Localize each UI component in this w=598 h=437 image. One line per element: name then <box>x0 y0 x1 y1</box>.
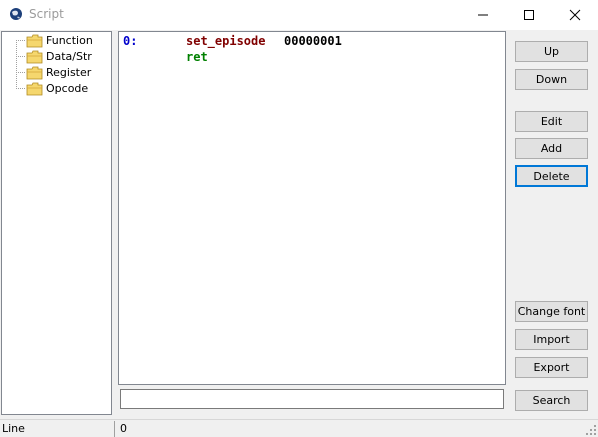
tree-item-label: Register <box>46 66 92 79</box>
window-title: Script <box>29 7 64 21</box>
status-divider <box>114 421 115 437</box>
command-text: ret <box>186 50 208 64</box>
maximize-button[interactable] <box>506 0 552 30</box>
title-bar: Script <box>0 0 598 30</box>
tree-item-data-str[interactable]: Data/Str <box>2 49 111 65</box>
status-line-label: Line <box>2 422 25 435</box>
line-number: 0: <box>123 34 138 48</box>
status-line-value: 0 <box>120 422 127 435</box>
edit-button[interactable]: Edit <box>515 111 588 132</box>
resize-grip-icon[interactable] <box>585 424 597 436</box>
category-tree[interactable]: Function Data/Str Register Opcode <box>1 31 112 415</box>
search-button[interactable]: Search <box>515 390 588 411</box>
script-line[interactable]: ret <box>119 49 505 65</box>
command-text: set_episode <box>186 34 266 48</box>
tree-item-opcode[interactable]: Opcode <box>2 81 111 97</box>
tree-item-label: Opcode <box>46 82 89 95</box>
change-font-button[interactable]: Change font <box>515 301 588 322</box>
down-button[interactable]: Down <box>515 69 588 90</box>
status-bar: Line 0 <box>0 419 598 437</box>
folder-icon <box>26 50 43 64</box>
argument-text: 00000001 <box>284 34 342 48</box>
folder-icon <box>26 34 43 48</box>
script-editor[interactable]: 0: set_episode 00000001 ret <box>118 31 506 385</box>
tree-item-function[interactable]: Function <box>2 33 111 49</box>
minimize-button[interactable] <box>460 0 506 30</box>
tree-item-label: Data/Str <box>46 50 92 63</box>
import-button[interactable]: Import <box>515 329 588 350</box>
tree-item-register[interactable]: Register <box>2 65 111 81</box>
up-button[interactable]: Up <box>515 41 588 62</box>
folder-icon <box>26 66 43 80</box>
search-input[interactable] <box>120 389 504 409</box>
tree-item-label: Function <box>46 34 93 47</box>
folder-icon <box>26 82 43 96</box>
add-button[interactable]: Add <box>515 138 588 159</box>
close-icon <box>569 9 581 21</box>
script-line[interactable]: 0: set_episode 00000001 <box>119 33 505 49</box>
minimize-icon <box>478 14 488 16</box>
maximize-icon <box>524 10 534 20</box>
close-button[interactable] <box>552 0 598 30</box>
app-globe-icon <box>10 8 22 20</box>
export-button[interactable]: Export <box>515 357 588 378</box>
delete-button[interactable]: Delete <box>515 165 588 187</box>
